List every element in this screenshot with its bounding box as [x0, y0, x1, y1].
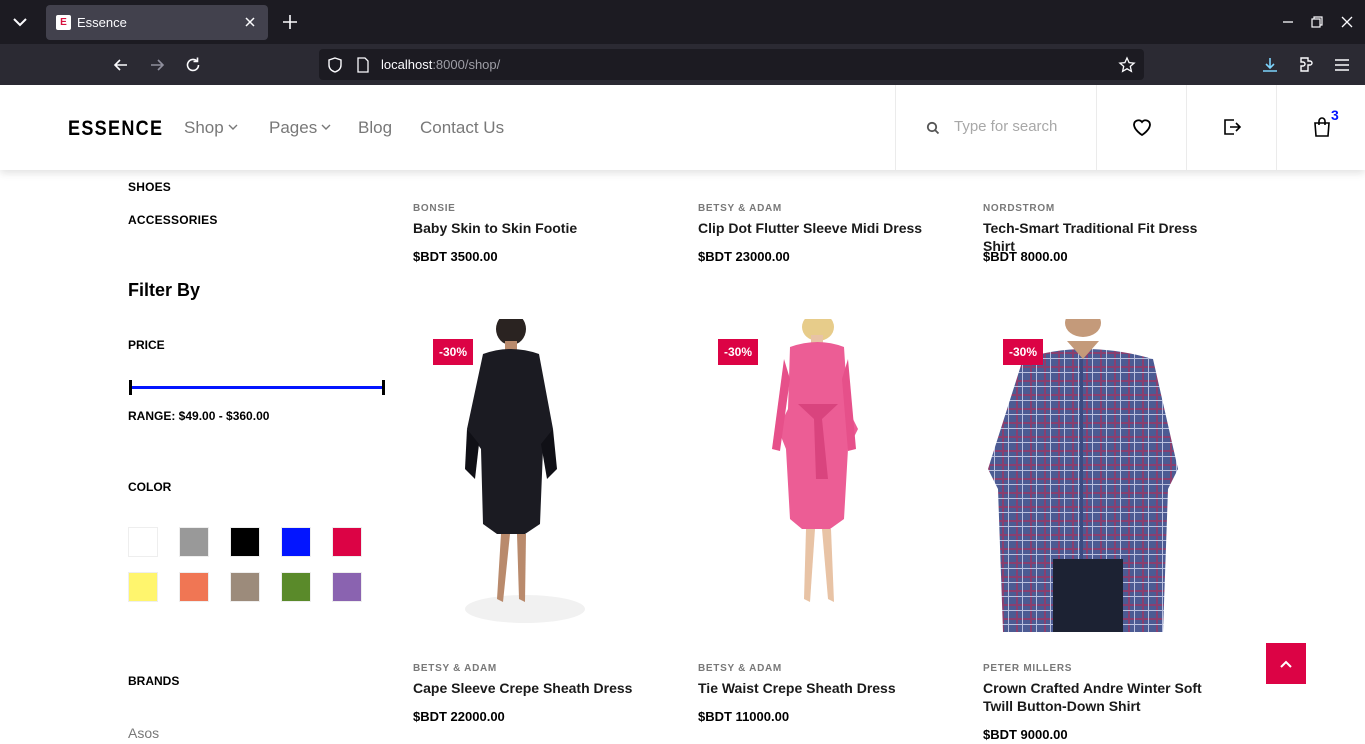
product-image[interactable]: -30% [413, 319, 653, 632]
color-swatch[interactable] [128, 572, 158, 602]
site-header: ESSENCE Shop Pages Blog Contact Us 3 [0, 85, 1365, 170]
search-input[interactable] [954, 118, 1084, 135]
product-name[interactable]: Baby Skin to Skin Footie [413, 219, 663, 237]
forward-arrow-icon[interactable] [147, 55, 167, 75]
color-swatch[interactable] [128, 527, 158, 557]
back-arrow-icon[interactable] [111, 55, 131, 75]
product-brand: BETSY & ADAM [698, 203, 782, 214]
product-name[interactable]: Clip Dot Flutter Sleeve Midi Dress [698, 219, 948, 237]
brands-heading: BRANDS [128, 674, 180, 688]
restore-icon[interactable] [1309, 14, 1325, 30]
product-brand: BONSIE [413, 203, 456, 214]
discount-badge: -30% [433, 339, 474, 365]
logout-icon [1224, 119, 1242, 135]
chevron-down-icon [228, 124, 238, 130]
color-swatch[interactable] [230, 527, 260, 557]
url-bar[interactable]: localhost:8000/shop/ [319, 49, 1144, 80]
close-window-icon[interactable] [1339, 14, 1355, 30]
account-button[interactable] [1187, 85, 1277, 170]
color-swatch[interactable] [179, 572, 209, 602]
url-path: :8000/shop/ [432, 57, 501, 72]
product-brand: PETER MILLERS [983, 663, 1073, 674]
product-price: $BDT 11000.00 [698, 709, 790, 724]
browser-tab-bar: E Essence [0, 0, 1365, 44]
cart-button[interactable]: 3 [1277, 85, 1365, 170]
menu-shop[interactable]: Shop [184, 118, 238, 138]
back-to-top-button[interactable] [1266, 643, 1306, 684]
menu-blog[interactable]: Blog [358, 118, 392, 138]
tab-list-chevron-icon[interactable] [8, 10, 32, 34]
product-price: $BDT 3500.00 [413, 249, 498, 264]
close-tab-icon[interactable] [242, 14, 258, 30]
product-price: $BDT 22000.00 [413, 709, 505, 724]
product-price: $BDT 8000.00 [983, 249, 1068, 264]
brand-link-asos[interactable]: Asos [128, 725, 159, 741]
shield-icon[interactable] [326, 56, 344, 74]
filter-by-heading: Filter By [128, 280, 201, 300]
heart-icon [1133, 119, 1151, 137]
shopping-bag-icon [1314, 117, 1330, 137]
discount-badge: -30% [718, 339, 759, 365]
price-slider-track[interactable] [130, 386, 384, 389]
browser-nav-bar: localhost:8000/shop/ [0, 44, 1365, 85]
product-brand: BETSY & ADAM [413, 663, 497, 674]
category-shoes[interactable]: SHOES [128, 180, 171, 194]
page-icon[interactable] [354, 56, 372, 74]
menu-pages[interactable]: Pages [269, 118, 331, 138]
color-swatch[interactable] [281, 527, 311, 557]
favicon-icon: E [56, 15, 71, 30]
site-logo[interactable]: ESSENCE [68, 117, 163, 141]
new-tab-plus-icon[interactable] [281, 13, 299, 31]
discount-badge: -30% [1003, 339, 1044, 365]
product-brand: BETSY & ADAM [698, 663, 782, 674]
chevron-down-icon [321, 124, 331, 130]
download-icon[interactable] [1260, 55, 1280, 75]
price-range-text: RANGE: $49.00 - $360.00 [128, 409, 270, 423]
product-image[interactable]: -30% [983, 319, 1223, 632]
product-name[interactable]: Crown Crafted Andre Winter Soft Twill Bu… [983, 679, 1233, 715]
color-swatch[interactable] [332, 572, 362, 602]
extensions-icon[interactable] [1297, 55, 1317, 75]
browser-tab[interactable]: E Essence [46, 5, 268, 40]
search-icon[interactable] [926, 121, 940, 135]
product-price: $BDT 23000.00 [698, 249, 790, 264]
color-swatch[interactable] [179, 527, 209, 557]
hamburger-menu-icon[interactable] [1332, 55, 1352, 75]
url-text[interactable]: localhost:8000/shop/ [381, 57, 500, 72]
price-slider-min-handle[interactable] [129, 380, 132, 395]
menu-pages-label: Pages [269, 118, 318, 137]
color-swatch[interactable] [281, 572, 311, 602]
search-box [895, 85, 1097, 170]
price-slider-max-handle[interactable] [382, 380, 385, 395]
color-swatch[interactable] [332, 527, 362, 557]
wishlist-button[interactable] [1097, 85, 1187, 170]
product-name[interactable]: Tie Waist Crepe Sheath Dress [698, 679, 948, 697]
product-name[interactable]: Cape Sleeve Crepe Sheath Dress [413, 679, 663, 697]
color-heading: COLOR [128, 480, 172, 494]
price-heading: PRICE [128, 338, 165, 352]
cart-count-badge: 3 [1331, 107, 1339, 123]
minimize-icon[interactable] [1280, 14, 1296, 30]
product-image[interactable]: -30% [698, 319, 938, 632]
product-price: $BDT 9000.00 [983, 727, 1068, 742]
chevron-up-icon [1280, 660, 1292, 668]
bookmark-star-icon[interactable] [1118, 56, 1136, 74]
tab-title: Essence [77, 15, 127, 30]
url-host: localhost [381, 57, 433, 72]
product-brand: NORDSTROM [983, 203, 1055, 214]
menu-shop-label: Shop [184, 118, 224, 137]
color-swatch[interactable] [230, 572, 260, 602]
menu-contact[interactable]: Contact Us [420, 118, 504, 138]
category-accessories[interactable]: ACCESSORIES [128, 213, 218, 227]
reload-icon[interactable] [183, 55, 203, 75]
